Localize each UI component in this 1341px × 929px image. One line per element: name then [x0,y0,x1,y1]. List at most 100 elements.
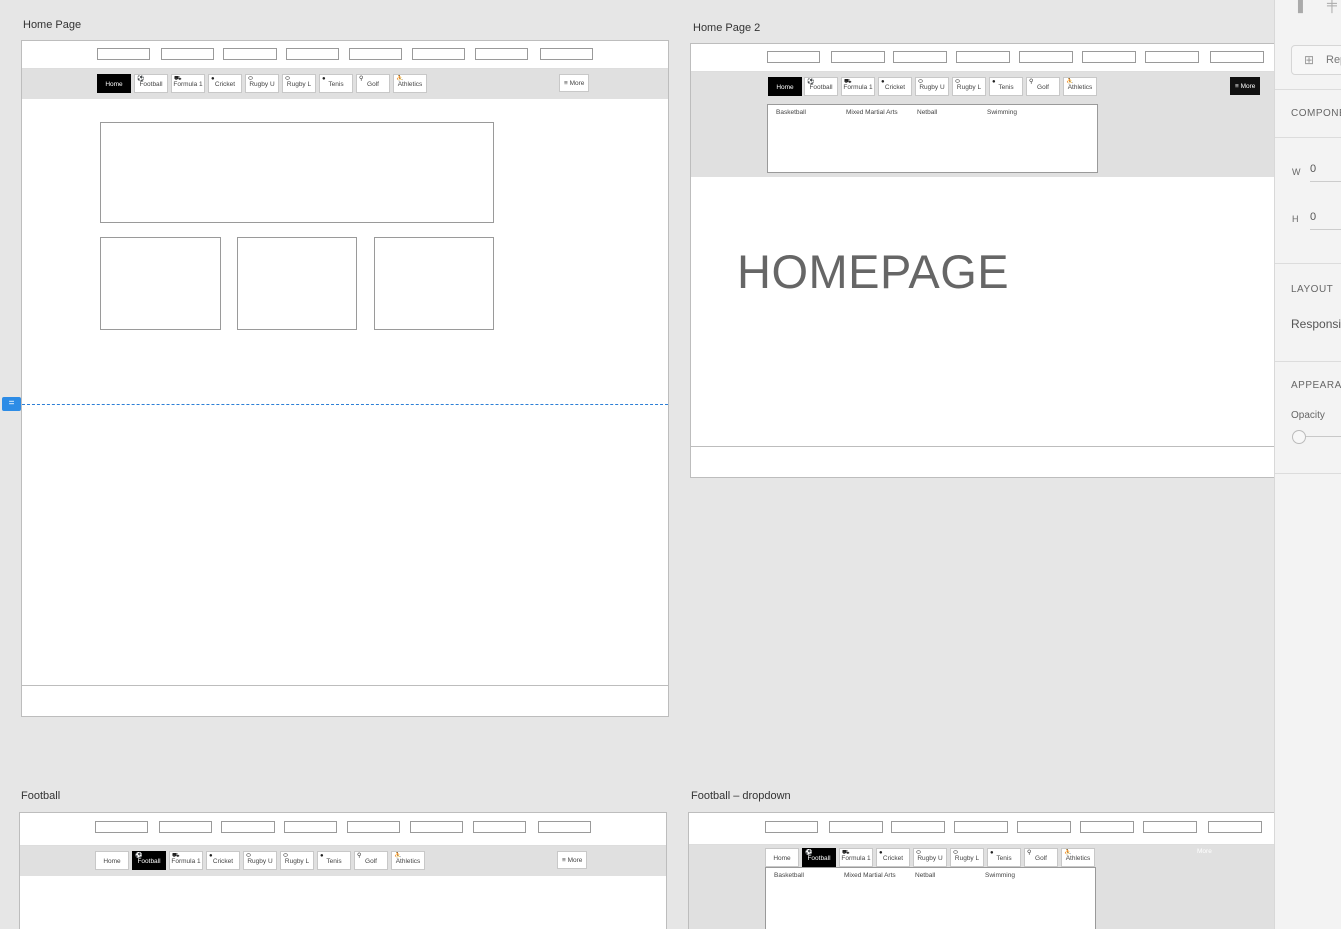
nav-tab-athletics[interactable]: ⛹ Athletics [391,851,425,870]
football-icon: ⚽ [137,76,145,82]
nav-tab-cricket[interactable]: ● Cricket [208,74,242,93]
nav-tab-cricket[interactable]: ● Cricket [876,848,910,867]
nav-tab-label: Golf [367,81,379,88]
layout-guide-line[interactable] [22,404,668,405]
nav-tab-tenis[interactable]: ● Tenis [987,848,1021,867]
top-bar [20,813,666,846]
artboard-football[interactable]: Home ⚽ Football ⛟ Formula 1 ● Cricket ⬭ Rugb… [19,812,667,929]
nav-tab-football[interactable]: ⚽ Football [134,74,168,93]
nav-tab-rugby-l[interactable]: ⬭ Rugby L [952,77,986,96]
car-icon: ⛟ [174,76,182,82]
nav-tab-home[interactable]: Home [97,74,131,93]
top-link-placeholder [1145,51,1199,63]
top-link-placeholder [95,821,148,833]
nav-tab-golf[interactable]: ⚲ Golf [1026,77,1060,96]
dropdown-item[interactable]: Basketball [774,872,804,879]
nav-tab-golf[interactable]: ⚲ Golf [1024,848,1058,867]
football-icon: ⚽ [805,850,813,856]
more-dropdown: Basketball Mixed Martial Arts Netball Sw… [767,104,1098,173]
rugby-ball-icon: ⬭ [283,853,289,859]
nav-tab-rugby-u[interactable]: ⬭ Rugby U [245,74,279,93]
nav-tab-rugby-u[interactable]: ⬭ Rugby U [915,77,949,96]
width-label: W [1292,167,1301,177]
nav-tab-athletics[interactable]: ⛹ Athletics [1061,848,1095,867]
nav-tab-golf[interactable]: ⚲ Golf [356,74,390,93]
top-link-placeholder [1082,51,1136,63]
nav-tab-football[interactable]: ⚽ Football [802,848,836,867]
nav-tab-cricket[interactable]: ● Cricket [878,77,912,96]
rugby-ball-icon: ⬭ [916,850,922,856]
artboard-label-football-dropdown[interactable]: Football – dropdown [691,790,791,802]
more-button[interactable]: ≡ More [557,851,588,869]
nav-tab-rugby-l[interactable]: ⬭ Rugby L [280,851,314,870]
nav-tab-football[interactable]: ⚽ Football [804,77,838,96]
dropdown-item[interactable]: Netball [915,872,935,879]
runner-icon: ⛹ [1066,79,1074,85]
nav-tab-home[interactable]: Home [768,77,802,96]
nav-tab-home[interactable]: Home [765,848,799,867]
more-button[interactable]: ≡ More [1230,77,1261,95]
more-button[interactable]: ≡ More [559,74,590,92]
nav-tab-label: Rugby U [919,84,945,91]
layout-section: LAYOUT Responsive [1275,264,1341,362]
dropdown-item[interactable]: Swimming [987,109,1017,116]
footer-placeholder [22,685,668,716]
artboard-home-page-2[interactable]: Home ⚽ Football ⛟ Formula 1 ● Cricket ⬭ Rugb… [690,43,1274,478]
hero-heading: HOMEPAGE [737,245,1010,298]
nav-tab-formula1[interactable]: ⛟ Formula 1 [171,74,205,93]
artboard-label-home-page[interactable]: Home Page [23,19,81,31]
cricket-ball-icon: ● [209,853,213,859]
dropdown-item[interactable]: Mixed Martial Arts [846,109,898,116]
nav-tab-label: Rugby U [917,855,943,862]
artboard-home-page[interactable]: Home ⚽ Football ⛟ Formula 1 ● Cricket ⬭ Rugb… [21,40,669,717]
opacity-slider-handle[interactable] [1292,430,1306,444]
width-field[interactable]: 0 [1310,163,1341,182]
top-link-placeholder [1017,821,1071,833]
height-field[interactable]: 0 [1310,211,1341,230]
tennis-ball-icon: ● [992,79,996,85]
top-link-placeholder [284,821,337,833]
nav-tab-formula1[interactable]: ⛟ Formula 1 [169,851,203,870]
dropdown-item[interactable]: Netball [917,109,937,116]
nav-tab-football[interactable]: ⚽ Football [132,851,166,870]
nav-tab-rugby-u[interactable]: ⬭ Rugby U [243,851,277,870]
nav-tab-rugby-l[interactable]: ⬭ Rugby L [282,74,316,93]
top-link-placeholder [829,821,883,833]
responsive-resize-toggle[interactable]: Responsive [1291,317,1341,331]
top-link-placeholder [1080,821,1134,833]
rugby-ball-icon: ⬭ [285,76,291,82]
nav-tab-athletics[interactable]: ⛹ Athletics [393,74,427,93]
nav-tab-label: Cricket [214,81,236,88]
opacity-label: Opacity [1291,410,1325,421]
nav-tab-tenis[interactable]: ● Tenis [317,851,351,870]
nav-tab-tenis[interactable]: ● Tenis [319,74,353,93]
nav-tab-rugby-u[interactable]: ⬭ Rugby U [913,848,947,867]
nav-tab-formula1[interactable]: ⛟ Formula 1 [839,848,873,867]
design-canvas[interactable]: Home Page Home ⚽ Football ⛟ Formula 1 ● Cri… [0,0,1274,929]
nav-tab-home[interactable]: Home [95,851,129,870]
nav-tab-label: Rugby U [247,858,273,865]
top-link-placeholder [765,821,818,833]
artboard-label-football[interactable]: Football [21,790,60,802]
dropdown-item[interactable]: Mixed Martial Arts [844,872,896,879]
artboard-football-dropdown[interactable]: Home ⚽ Football ⛟ Formula 1 ● Cricket ⬭ Rugb… [688,812,1274,929]
nav-tab-tenis[interactable]: ● Tenis [989,77,1023,96]
nav-tab-label: Tenis [328,81,344,88]
properties-panel: ▐ ╪ ⊞ Rep COMPONENT W 0 H 0 LAYOUT Respo… [1274,0,1341,929]
top-link-placeholder [1019,51,1073,63]
guide-handle-icon[interactable]: = [2,397,21,411]
nav-tab-label: Golf [1037,84,1049,91]
card-placeholder [374,237,494,330]
tennis-ball-icon: ● [320,853,324,859]
artboard-label-home-page-2[interactable]: Home Page 2 [693,22,760,34]
nav-tab-golf[interactable]: ⚲ Golf [354,851,388,870]
dropdown-item[interactable]: Swimming [985,872,1015,879]
nav-tab-cricket[interactable]: ● Cricket [206,851,240,870]
nav-tab-formula1[interactable]: ⛟ Formula 1 [841,77,875,96]
dropdown-item[interactable]: Basketball [776,109,806,116]
more-button[interactable]: More [1197,848,1212,855]
nav-tab-rugby-l[interactable]: ⬭ Rugby L [950,848,984,867]
nav-tab-athletics[interactable]: ⛹ Athletics [1063,77,1097,96]
top-bar [691,44,1274,72]
top-link-placeholder [347,821,400,833]
